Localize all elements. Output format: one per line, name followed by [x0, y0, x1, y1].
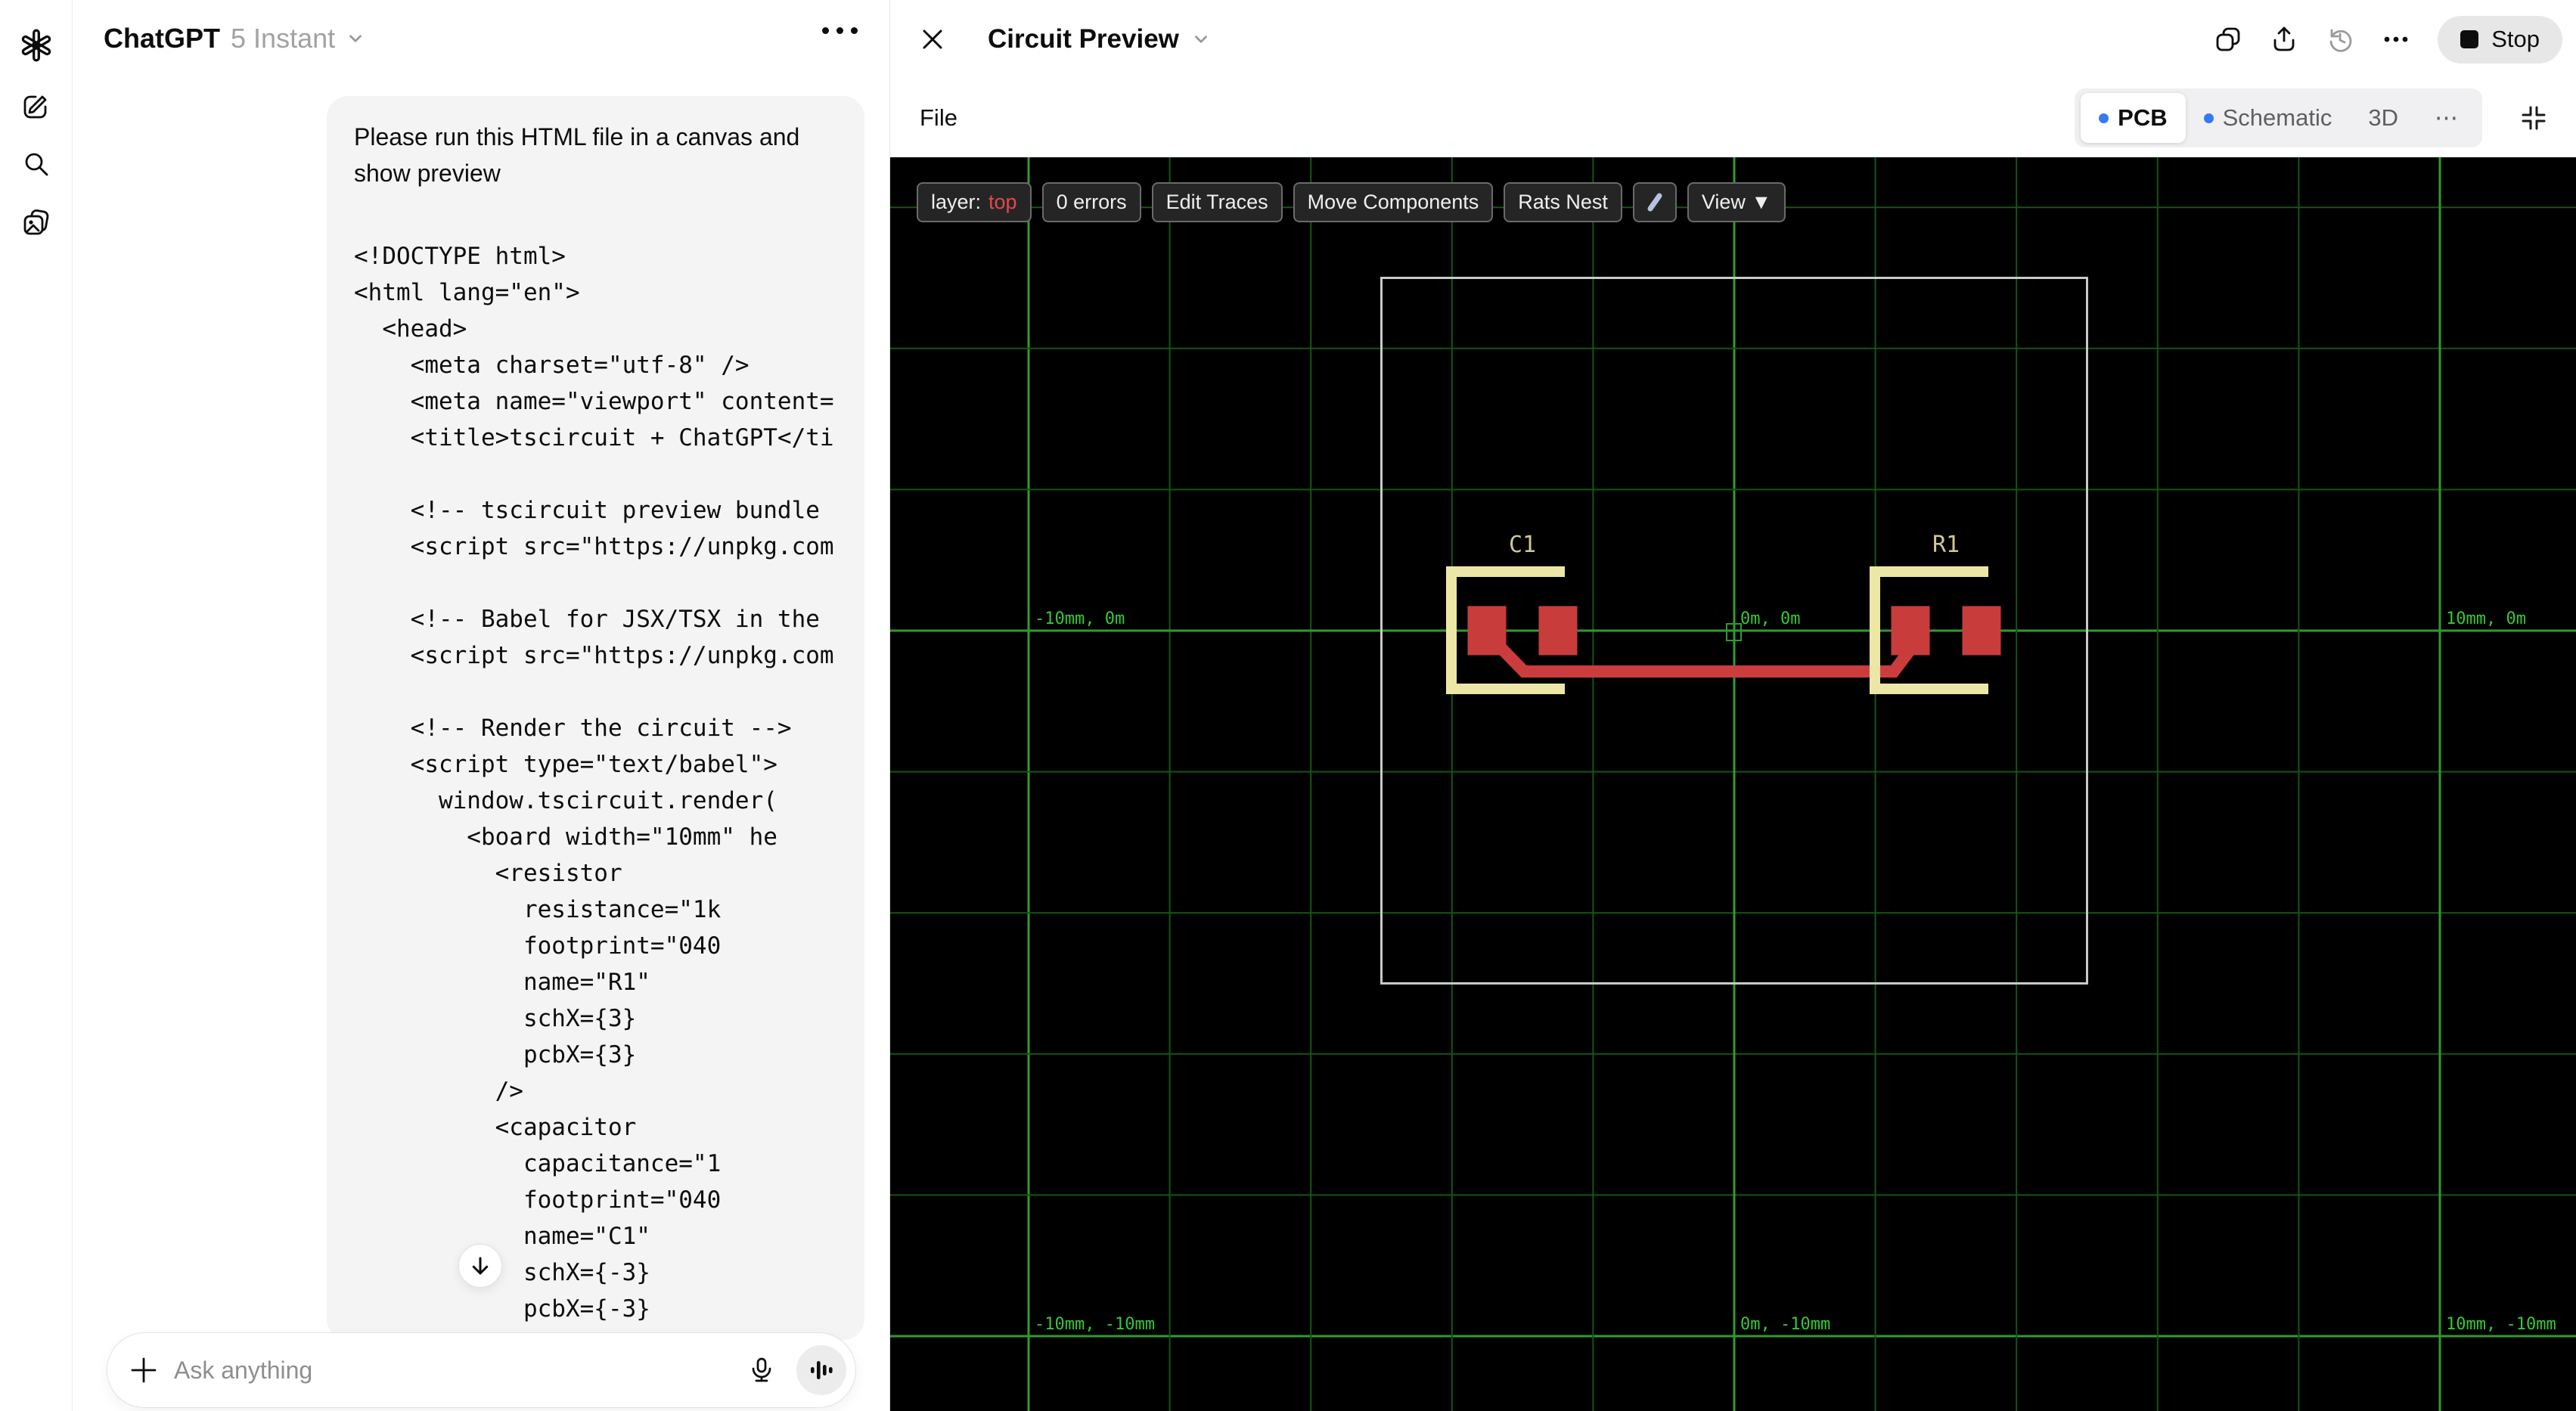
- view-tabs: PCB Schematic 3D ⋯: [2075, 88, 2482, 147]
- layer-button[interactable]: layer: top: [917, 182, 1032, 222]
- plus-icon[interactable]: [130, 1357, 157, 1384]
- errors-label: 0 errors: [1056, 191, 1127, 213]
- tab-pcb-label: PCB: [2118, 104, 2168, 131]
- chat-input[interactable]: [174, 1356, 746, 1385]
- edit-traces-button[interactable]: Edit Traces: [1151, 182, 1283, 222]
- canvas-panel: Circuit Preview Stop File PCB Schematic …: [889, 0, 2576, 1411]
- voice-mode-button[interactable]: [796, 1345, 846, 1395]
- rats-nest-label: Rats Nest: [1518, 191, 1608, 213]
- app-window: ChatGPT 5 Instant Please run this HTML f…: [0, 0, 2576, 1411]
- new-chat-icon[interactable]: [22, 91, 51, 124]
- grid-coordinate-label: 10mm, -10mm: [2446, 1315, 2556, 1334]
- chat-panel: ChatGPT 5 Instant Please run this HTML f…: [73, 0, 889, 1411]
- tab-3d-label: 3D: [2368, 104, 2398, 131]
- grid-coordinate-label: 0m, -10mm: [1740, 1315, 1830, 1334]
- grid-coordinate-label: -10mm, 0m: [1035, 609, 1125, 628]
- tab-3d[interactable]: 3D: [2350, 93, 2416, 143]
- collapse-icon[interactable]: [2519, 103, 2549, 133]
- view-label: View ▼: [1701, 191, 1772, 213]
- waveform-icon: [811, 1361, 833, 1379]
- canvas-title: Circuit Preview: [988, 24, 1179, 54]
- grid-coordinate-label: -10mm, -10mm: [1035, 1315, 1155, 1334]
- move-components-label: Move Components: [1307, 191, 1479, 213]
- tab-schematic-label: Schematic: [2222, 104, 2332, 131]
- stop-label: Stop: [2491, 26, 2540, 52]
- view-dropdown-button[interactable]: View ▼: [1687, 182, 1786, 222]
- pad-R1: [1962, 606, 2001, 656]
- move-components-button[interactable]: Move Components: [1293, 182, 1494, 222]
- chevron-down-icon: [1194, 36, 1207, 43]
- tab-more-label: ⋯: [2435, 104, 2458, 131]
- composer: [107, 1332, 856, 1408]
- model-name: 5 Instant: [231, 23, 336, 54]
- tab-more[interactable]: ⋯: [2416, 93, 2476, 143]
- canvas-title-dropdown[interactable]: Circuit Preview: [988, 24, 1211, 54]
- chat-header: ChatGPT 5 Instant: [73, 0, 889, 79]
- stop-button[interactable]: Stop: [2438, 15, 2562, 64]
- app-title: ChatGPT: [104, 23, 221, 54]
- chat-options-icon[interactable]: [822, 27, 858, 34]
- microphone-icon[interactable]: [746, 1355, 777, 1385]
- pad-R1: [1891, 606, 1930, 656]
- user-message-code: <!DOCTYPE html> <html lang="en"> <head> …: [354, 243, 834, 1340]
- ref-label-R1: R1: [1932, 532, 1960, 558]
- history-icon[interactable]: [2326, 25, 2354, 54]
- more-options-icon[interactable]: [2382, 25, 2410, 54]
- library-icon[interactable]: [21, 208, 51, 242]
- pcb-board-canvas: C1 R1 -10mm, 0m 0m, 0m 10mm, 0m -10mm, -10mm 0…: [890, 157, 2576, 1411]
- chevron-down-icon: [349, 35, 362, 42]
- pcb-status-dot: [2099, 113, 2109, 123]
- tab-pcb[interactable]: PCB: [2081, 93, 2186, 143]
- openai-logo-icon[interactable]: [20, 29, 53, 66]
- close-canvas-icon[interactable]: [919, 26, 946, 53]
- search-icon[interactable]: [22, 150, 51, 182]
- schematic-status-dot: [2203, 113, 2214, 123]
- pcb-viewport[interactable]: C1 R1 -10mm, 0m 0m, 0m 10mm, 0m -10mm, -10mm 0…: [890, 157, 2576, 1411]
- arrow-down-icon: [472, 1257, 489, 1275]
- layer-value: top: [989, 191, 1017, 213]
- pad-C1: [1467, 606, 1507, 656]
- canvas-header: Circuit Preview Stop: [890, 0, 2576, 79]
- tab-schematic[interactable]: Schematic: [2186, 93, 2351, 143]
- edit-traces-label: Edit Traces: [1165, 191, 1268, 213]
- pencil-tool-button[interactable]: [1632, 182, 1677, 222]
- grid-coordinate-label: 0m, 0m: [1740, 609, 1800, 628]
- pcb-toolbar: layer: top 0 errors Edit Traces Move Com…: [917, 182, 1786, 222]
- left-rail: [0, 0, 73, 1411]
- layer-label: layer:: [931, 191, 982, 213]
- grid-coordinate-label: 10mm, 0m: [2446, 609, 2526, 628]
- errors-button[interactable]: 0 errors: [1041, 182, 1141, 222]
- canvas-toolbar-row: File PCB Schematic 3D ⋯: [890, 79, 2576, 157]
- user-message-text: Please run this HTML file in a canvas an…: [354, 123, 800, 187]
- canvas-actions: Stop: [2214, 15, 2576, 64]
- ref-label-C1: C1: [1509, 532, 1536, 558]
- model-selector[interactable]: ChatGPT 5 Instant: [104, 23, 365, 54]
- stop-square-icon: [2460, 30, 2479, 48]
- scroll-to-bottom-button[interactable]: [458, 1244, 502, 1288]
- pad-C1: [1538, 606, 1578, 656]
- rats-nest-button[interactable]: Rats Nest: [1504, 182, 1622, 222]
- copy-icon[interactable]: [2214, 25, 2242, 54]
- share-icon[interactable]: [2270, 25, 2298, 54]
- pencil-icon: [1647, 193, 1662, 211]
- file-menu[interactable]: File: [920, 104, 957, 132]
- user-message-bubble: Please run this HTML file in a canvas an…: [327, 96, 864, 1340]
